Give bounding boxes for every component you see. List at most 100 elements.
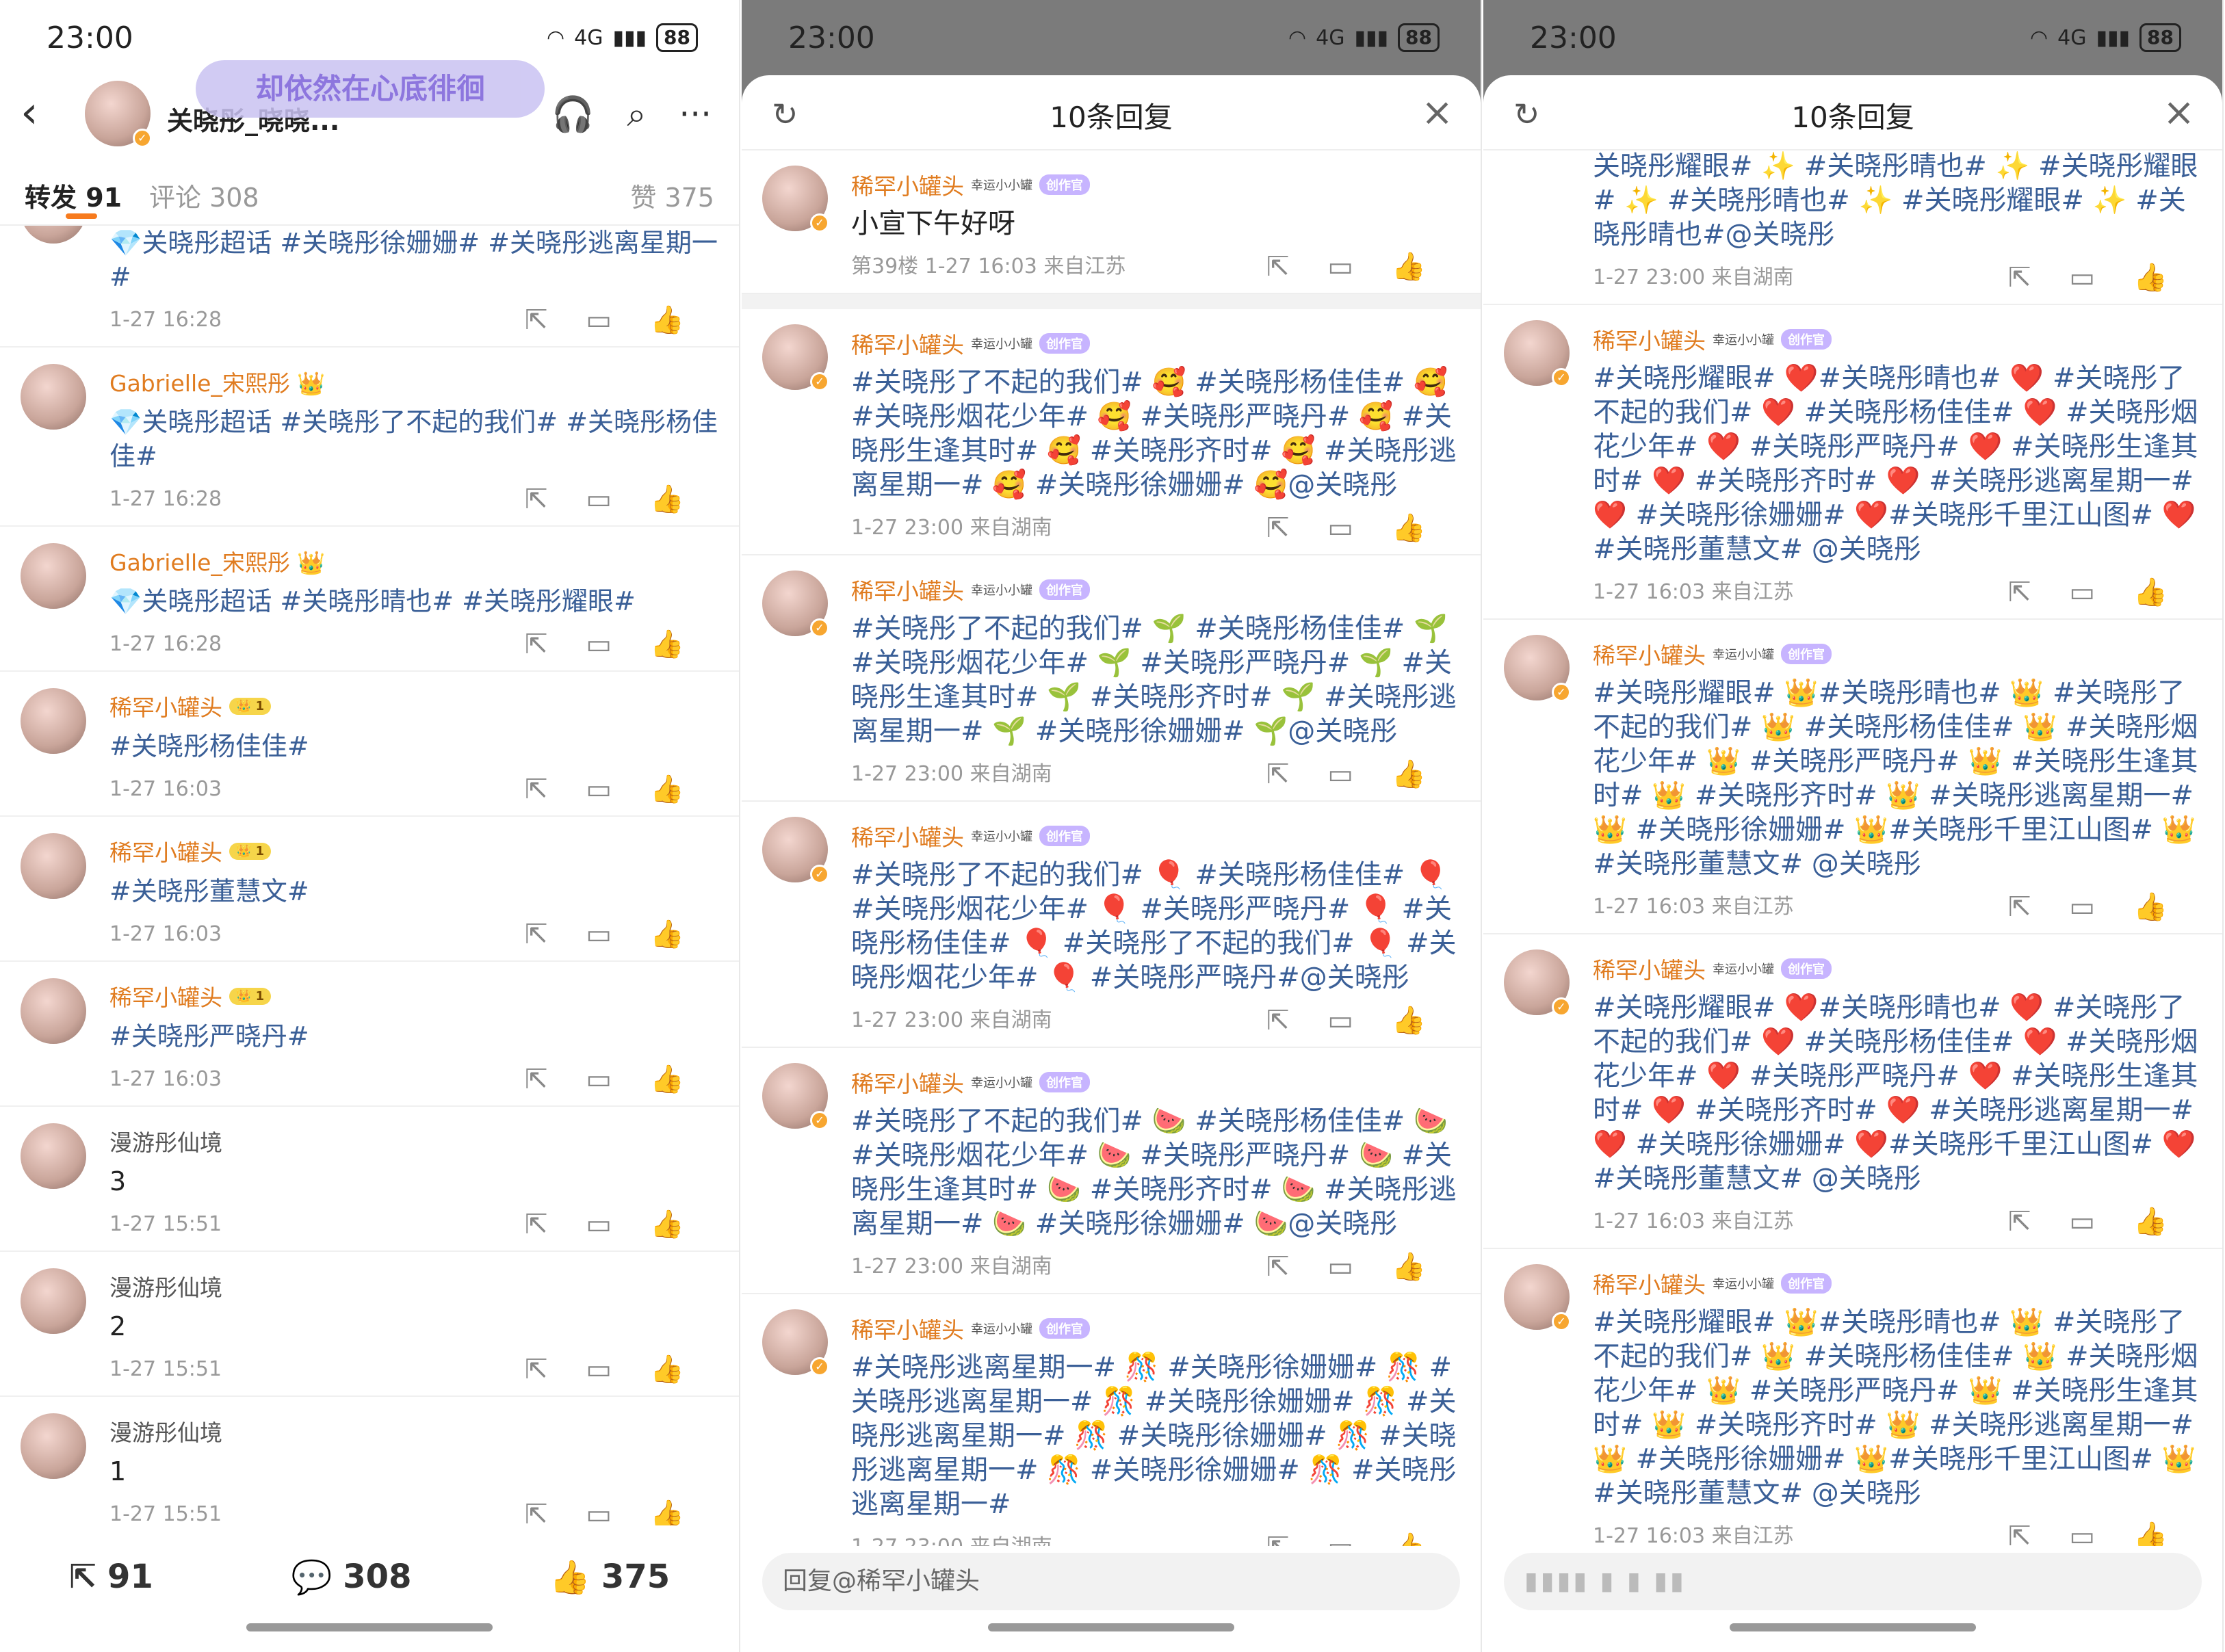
back-icon[interactable]: ‹ [21,88,38,138]
share-icon[interactable]: ⇱ [525,294,548,346]
share-icon[interactable]: ⇱ [525,763,548,815]
like-icon[interactable]: 👍 [2133,1196,2168,1248]
share-icon[interactable]: ⇱ [1266,241,1290,293]
avatar[interactable]: ✓ [85,81,152,148]
list-item[interactable]: 漫游彤仙境 1 1-27 15:51 ⇱ ▭ 👍 [0,1397,739,1525]
comment-icon[interactable]: ▭ [586,1489,612,1525]
list-item[interactable]: Gabrielle_宋熙彤 👑 💎关晓彤超话 #关晓彤晴也# #关晓彤耀眼# 1… [0,527,739,672]
list-item[interactable]: ✓ 稀罕小罐头 幸运小小罐 创作官 #关晓彤耀眼# ❤️#关晓彤晴也# ❤️ #关晓… [1483,305,2222,620]
avatar[interactable]: ✓ [1504,949,1571,1017]
like-icon[interactable]: 👍 [650,1053,684,1105]
like-button[interactable]: 👍 375 [549,1558,670,1597]
avatar[interactable]: ✓ [762,324,829,391]
user-name[interactable]: 稀罕小罐头 [851,820,964,852]
comment-icon[interactable]: ▭ [1327,748,1353,800]
like-icon[interactable]: 👍 [1392,1521,1426,1546]
avatar[interactable]: ✓ [762,1063,829,1130]
listen-icon[interactable]: 🎧 [551,94,594,135]
reply-input[interactable]: ▮▮▮▮ ▮ ▮ ▮▮ [1504,1553,2202,1610]
like-icon[interactable]: 👍 [650,1343,684,1395]
like-icon[interactable]: 👍 [650,908,684,960]
share-icon[interactable]: ⇱ [1266,1521,1290,1546]
avatar[interactable]: ✓ [762,166,829,233]
comment-button[interactable]: 💬 308 [291,1558,412,1597]
comment-icon[interactable]: ▭ [1327,1521,1353,1546]
like-icon[interactable]: 👍 [1392,748,1426,800]
comment-icon[interactable]: ▭ [1327,1241,1353,1293]
comment-icon[interactable]: ▭ [1327,995,1353,1047]
close-icon[interactable]: × [1421,90,1453,135]
like-icon[interactable]: 👍 [1392,241,1426,293]
comment-icon[interactable]: ▭ [2069,566,2095,618]
list-item[interactable]: 稀罕小罐头 👑 1 #关晓彤严晓丹# 1-27 16:03 ⇱ ▭ 👍 [0,962,739,1107]
tab-likes[interactable]: 赞 375 [630,176,714,214]
list-item[interactable]: ✓ 稀罕小罐头 幸运小小罐 创作官 #关晓彤耀眼# ❤️#关晓彤晴也# ❤️ #关晓… [1483,934,2222,1249]
share-icon[interactable]: ⇱ [1266,502,1290,554]
avatar[interactable]: ✓ [1504,1264,1571,1331]
list-item[interactable]: 💎关晓彤超话 #关晓彤徐姗姗# #关晓彤逃离星期一# 1-27 16:28 ⇱ ▭ 👍 [0,226,739,348]
user-name[interactable]: 稀罕小罐头 [851,1066,964,1099]
share-icon[interactable]: ⇱ [2008,881,2031,933]
user-name[interactable]: 稀罕小罐头 [1593,952,1706,985]
comment-icon[interactable]: ▭ [586,618,612,670]
like-icon[interactable]: 👍 [650,1198,684,1250]
list-item[interactable]: ✓ 稀罕小罐头 幸运小小罐 创作官 #关晓彤了不起的我们# 🍉 #关晓彤杨佳佳# 🍉… [742,1048,1481,1294]
reply-input[interactable]: 回复@稀罕小罐头 [762,1553,1460,1610]
user-name[interactable]: 漫游彤仙境 [109,1252,718,1302]
like-icon[interactable]: 👍 [1392,1241,1426,1293]
share-icon[interactable]: ⇱ [1266,748,1290,800]
comment-icon[interactable]: ▭ [2069,1510,2095,1546]
share-icon[interactable]: ⇱ [525,1489,548,1525]
list-item[interactable]: ✓ 稀罕小罐头 幸运小小罐 创作官 #关晓彤耀眼# 👑#关晓彤晴也# 👑 #关晓彤了… [1483,620,2222,934]
share-icon[interactable]: ⇱ [1266,1241,1290,1293]
list-item[interactable]: 稀罕小罐头 👑 1 #关晓彤董慧文# 1-27 16:03 ⇱ ▭ 👍 [0,817,739,962]
user-name[interactable]: 稀罕小罐头 [1593,323,1706,356]
tab-repost[interactable]: 转发 91 [25,176,122,214]
share-icon[interactable]: ⇱ [2008,1196,2031,1248]
list-item[interactable]: Gabrielle_宋熙彤 👑 💎关晓彤超话 #关晓彤了不起的我们# #关晓彤杨… [0,348,739,527]
comment-icon[interactable]: ▭ [586,763,612,815]
like-icon[interactable]: 👍 [1392,995,1426,1047]
comment-icon[interactable]: ▭ [2069,1196,2095,1248]
share-icon[interactable]: ⇱ [525,618,548,670]
like-icon[interactable]: 👍 [2133,252,2168,304]
comment-icon[interactable]: ▭ [1327,241,1353,293]
user-name[interactable]: 稀罕小罐头 [851,1312,964,1345]
list-item[interactable]: 稀罕小罐头 👑 1 #关晓彤杨佳佳# 1-27 16:03 ⇱ ▭ 👍 [0,672,739,817]
comment-icon[interactable]: ▭ [1327,502,1353,554]
avatar[interactable]: ✓ [1504,635,1571,702]
user-name[interactable]: Gabrielle_宋熙彤 👑 [109,348,718,398]
like-icon[interactable]: 👍 [1392,502,1426,554]
close-icon[interactable]: × [2163,90,2195,135]
avatar[interactable]: ✓ [762,1309,829,1376]
tab-comments[interactable]: 评论 308 [149,176,259,214]
comment-icon[interactable]: ▭ [586,1053,612,1105]
avatar[interactable] [21,226,86,244]
comment-icon[interactable]: ▭ [586,473,612,525]
share-icon[interactable]: ⇱ [525,908,548,960]
list-item[interactable]: ✓ 稀罕小罐头 幸运小小罐 创作官 #关晓彤了不起的我们# 🎈 #关晓彤杨佳佳# 🎈… [742,802,1481,1048]
avatar[interactable] [21,833,86,899]
avatar[interactable] [21,1123,86,1189]
like-icon[interactable]: 👍 [2133,1510,2168,1546]
comment-icon[interactable]: ▭ [2069,252,2095,304]
avatar[interactable]: ✓ [762,817,829,884]
comment-icon[interactable]: ▭ [586,908,612,960]
avatar[interactable] [21,688,86,754]
search-icon[interactable]: ⌕ [627,94,646,135]
share-icon[interactable]: ⇱ [525,1198,548,1250]
share-icon[interactable]: ⇱ [2008,1510,2031,1546]
avatar[interactable]: ✓ [1504,320,1571,387]
user-name[interactable]: 稀罕小罐头 [109,980,222,1012]
like-icon[interactable]: 👍 [2133,566,2168,618]
user-name[interactable]: 稀罕小罐头 [851,168,964,201]
user-name[interactable]: 稀罕小罐头 [1593,1267,1706,1300]
like-icon[interactable]: 👍 [650,618,684,670]
like-icon[interactable]: 👍 [650,294,684,346]
user-name[interactable]: 漫游彤仙境 [109,1397,718,1447]
user-name[interactable]: Gabrielle_宋熙彤 👑 [109,527,718,577]
like-icon[interactable]: 👍 [650,1489,684,1525]
share-icon[interactable]: ⇱ [525,1053,548,1105]
user-name[interactable]: 稀罕小罐头 [1593,638,1706,670]
user-name[interactable]: 稀罕小罐头 [851,327,964,360]
